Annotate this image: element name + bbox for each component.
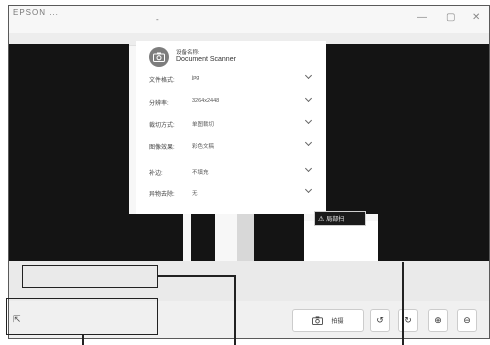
setting-label: 异物去除: xyxy=(149,192,175,198)
scanner-app-window: EPSON ... - — ▢ ✕ 设备名称: Document Scanner… xyxy=(8,5,490,339)
setting-value: 无 xyxy=(192,191,198,197)
setting-label: 文件格式: xyxy=(149,78,175,84)
setting-resolution[interactable]: 分辨率: 3264x2448 xyxy=(149,95,314,109)
tooltip-text: 局部扫 xyxy=(326,217,345,223)
warning-icon: ⚠ xyxy=(318,215,325,223)
setting-file-format[interactable]: 文件格式: jpg xyxy=(149,72,314,86)
chevron-down-icon[interactable] xyxy=(304,186,314,196)
setting-crop-mode[interactable]: 裁切方式: 单图裁切 xyxy=(149,117,314,131)
thumbnail-page[interactable] xyxy=(304,221,378,261)
rotate-left-icon[interactable]: ↺ xyxy=(370,309,390,332)
chevron-down-icon[interactable] xyxy=(304,95,314,105)
setting-value: 不填充 xyxy=(192,170,209,176)
setting-remove-debris[interactable]: 异物去除: 无 xyxy=(149,186,314,200)
preview-strip-4 xyxy=(378,214,489,261)
device-name-label: 设备名称: xyxy=(176,50,200,56)
setting-label: 补边: xyxy=(149,171,163,177)
setting-label: 裁切方式: xyxy=(149,123,175,129)
zoom-in-icon[interactable]: ⊕ xyxy=(428,309,448,332)
setting-label: 分辨率: xyxy=(149,101,169,107)
thumbnail-grey[interactable] xyxy=(237,214,254,261)
setting-value: 彩色文稿 xyxy=(192,144,215,150)
scan-settings-panel: 设备名称: Document Scanner 文件格式: jpg 分辨率: 32… xyxy=(136,41,326,214)
callout-box-status xyxy=(22,265,158,288)
preview-strip-3 xyxy=(254,214,304,261)
preview-pane-left xyxy=(9,44,129,214)
setting-image-effect[interactable]: 图像效果: 彩色文稿 xyxy=(149,139,314,153)
chevron-down-icon[interactable] xyxy=(304,165,314,175)
close-icon[interactable]: ✕ xyxy=(472,12,480,23)
camera-icon xyxy=(312,316,324,325)
scan-label: 拍摄 xyxy=(331,319,344,325)
callout-line-3 xyxy=(402,262,404,345)
camera-icon xyxy=(149,47,169,67)
device-header: 设备名称: Document Scanner xyxy=(149,47,319,69)
scan-button[interactable]: 拍摄 xyxy=(292,309,364,332)
minimize-icon[interactable]: — xyxy=(417,12,427,23)
maximize-icon[interactable]: ▢ xyxy=(446,12,455,23)
setting-value: jpg xyxy=(192,75,200,81)
device-name-value: Document Scanner xyxy=(176,56,236,63)
chevron-down-icon[interactable] xyxy=(304,139,314,149)
setting-label: 图像效果: xyxy=(149,145,175,151)
setting-value: 3264x2448 xyxy=(192,98,220,104)
callout-box-bottom xyxy=(6,298,158,335)
setting-value: 单图裁切 xyxy=(192,122,215,128)
preview-pane-right xyxy=(320,44,489,214)
callout-connector xyxy=(158,275,235,277)
title-bar: EPSON ... - — ▢ ✕ xyxy=(9,6,489,33)
chevron-down-icon[interactable] xyxy=(304,72,314,82)
preview-strip-2 xyxy=(191,214,215,261)
zoom-out-icon[interactable]: ⊖ xyxy=(457,309,477,332)
rotate-right-icon[interactable]: ↻ xyxy=(398,309,418,332)
callout-line-1 xyxy=(82,335,84,345)
title-mark: - xyxy=(156,15,159,24)
preview-strip-1 xyxy=(9,214,183,261)
chevron-down-icon[interactable] xyxy=(304,117,314,127)
setting-fill-edge[interactable]: 补边: 不填充 xyxy=(149,165,314,179)
callout-line-2 xyxy=(234,275,236,345)
partial-scan-tooltip: ⚠ 局部扫 xyxy=(314,211,366,226)
window-title: EPSON ... xyxy=(13,8,59,17)
